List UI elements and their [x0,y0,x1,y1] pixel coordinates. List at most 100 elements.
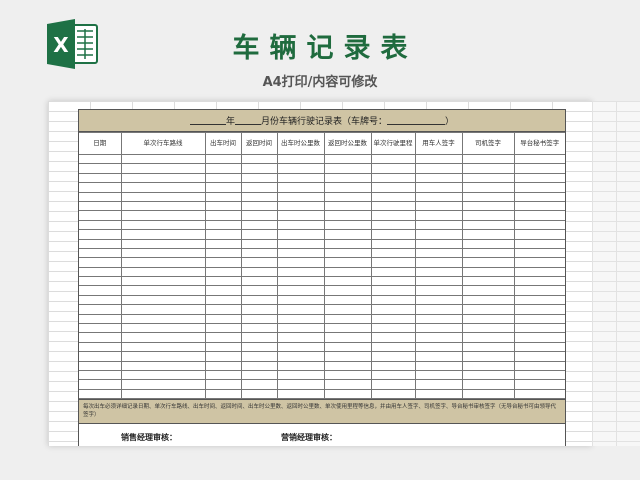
table-cell[interactable] [414,172,463,184]
table-cell[interactable] [79,182,122,193]
table-cell[interactable] [414,153,463,165]
table-cell[interactable] [204,200,242,212]
table-cell[interactable] [79,313,122,325]
table-cell[interactable] [204,229,242,240]
table-cell[interactable] [204,388,242,400]
table-cell[interactable] [513,276,565,287]
table-cell[interactable] [276,276,325,287]
table-cell[interactable] [204,323,242,334]
table-cell[interactable] [204,238,242,249]
table-cell[interactable] [513,351,565,362]
table-cell[interactable] [370,341,416,353]
table-cell[interactable] [461,247,515,259]
table-cell[interactable] [461,304,515,315]
table-cell[interactable] [513,332,565,343]
table-cell[interactable] [461,163,515,174]
table-cell[interactable] [323,313,372,325]
table-cell[interactable] [323,153,372,165]
table-cell[interactable] [120,238,206,249]
table-cell[interactable] [513,238,565,249]
table-cell[interactable] [120,304,206,315]
table-cell[interactable] [276,369,325,381]
table-cell[interactable] [513,379,565,390]
table-cell[interactable] [414,229,463,240]
table-cell[interactable] [414,304,463,315]
table-cell[interactable] [204,379,242,390]
table-cell[interactable] [120,351,206,362]
table-cell[interactable] [414,294,463,306]
table-cell[interactable] [414,313,463,325]
table-cell[interactable] [79,191,122,202]
table-cell[interactable] [276,341,325,353]
table-cell[interactable] [323,332,372,343]
table-cell[interactable] [240,332,278,343]
table-cell[interactable] [370,304,416,315]
table-cell[interactable] [513,360,565,372]
table-cell[interactable] [461,219,515,231]
table-cell[interactable] [461,369,515,381]
table-cell[interactable] [370,276,416,287]
table-cell[interactable] [513,388,565,400]
table-cell[interactable] [204,153,242,165]
table-cell[interactable] [370,313,416,325]
table-cell[interactable] [323,191,372,202]
table-cell[interactable] [120,229,206,240]
table-cell[interactable] [323,379,372,390]
table-cell[interactable] [513,304,565,315]
table-cell[interactable] [513,323,565,334]
table-cell[interactable] [204,351,242,362]
table-cell[interactable] [370,369,416,381]
table-cell[interactable] [79,388,122,400]
table-cell[interactable] [370,210,416,221]
table-cell[interactable] [276,238,325,249]
table-cell[interactable] [323,304,372,315]
table-cell[interactable] [370,191,416,202]
table-cell[interactable] [513,247,565,259]
table-cell[interactable] [276,163,325,174]
table-cell[interactable] [120,210,206,221]
table-cell[interactable] [240,238,278,249]
table-cell[interactable] [204,276,242,287]
table-cell[interactable] [370,285,416,296]
table-cell[interactable] [370,247,416,259]
table-cell[interactable] [240,247,278,259]
table-cell[interactable] [414,332,463,343]
table-cell[interactable] [414,182,463,193]
table-cell[interactable] [120,247,206,259]
table-cell[interactable] [276,313,325,325]
table-cell[interactable] [323,266,372,278]
table-cell[interactable] [461,229,515,240]
table-cell[interactable] [323,229,372,240]
table-cell[interactable] [513,266,565,278]
table-cell[interactable] [513,219,565,231]
table-cell[interactable] [513,285,565,296]
table-cell[interactable] [370,219,416,231]
table-cell[interactable] [120,153,206,165]
table-cell[interactable] [276,200,325,212]
table-cell[interactable] [370,323,416,334]
table-cell[interactable] [414,266,463,278]
table-cell[interactable] [276,360,325,372]
table-cell[interactable] [461,332,515,343]
table-cell[interactable] [204,219,242,231]
table-cell[interactable] [370,360,416,372]
table-cell[interactable] [513,163,565,174]
table-cell[interactable] [120,379,206,390]
table-cell[interactable] [120,257,206,268]
table-cell[interactable] [323,200,372,212]
table-cell[interactable] [414,210,463,221]
table-cell[interactable] [204,210,242,221]
table-cell[interactable] [79,285,122,296]
table-cell[interactable] [240,153,278,165]
table-cell[interactable] [513,210,565,221]
table-cell[interactable] [79,379,122,390]
table-cell[interactable] [240,210,278,221]
table-cell[interactable] [204,369,242,381]
table-cell[interactable] [461,276,515,287]
table-cell[interactable] [370,351,416,362]
table-cell[interactable] [240,360,278,372]
table-cell[interactable] [461,266,515,278]
table-cell[interactable] [513,294,565,306]
table-cell[interactable] [323,182,372,193]
table-cell[interactable] [79,172,122,184]
